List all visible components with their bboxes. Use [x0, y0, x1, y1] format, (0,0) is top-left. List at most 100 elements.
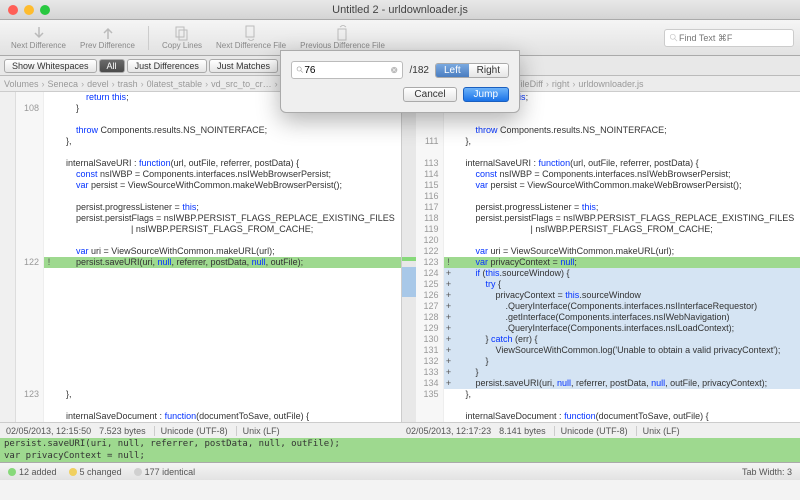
code-line[interactable]	[16, 334, 401, 345]
code-line[interactable]: 115 var persist = ViewSourceWithCommon.m…	[416, 180, 800, 191]
code-line[interactable]	[16, 378, 401, 389]
added-count: 12 added	[8, 467, 57, 477]
copy-icon	[174, 25, 190, 41]
search-icon	[669, 33, 679, 43]
side-segmented[interactable]: Left Right	[435, 63, 509, 78]
code-line[interactable]: 135 },	[416, 389, 800, 400]
code-line[interactable]	[16, 268, 401, 279]
next-diff-file-button[interactable]: Next Difference File	[211, 25, 291, 50]
code-line[interactable]: 122! persist.saveURI(uri, null, referrer…	[16, 257, 401, 268]
identical-count: 177 identical	[134, 467, 196, 477]
code-line[interactable]: },	[16, 136, 401, 147]
code-line[interactable]: persist.progressListener = this;	[16, 202, 401, 213]
goto-line-dialog: /182 Left Right Cancel Jump	[280, 50, 520, 113]
code-line[interactable]	[16, 400, 401, 411]
next-difference-button[interactable]: Next Difference	[6, 25, 71, 50]
code-line[interactable]: 127+ .QueryInterface(Components.interfac…	[416, 301, 800, 312]
clear-icon[interactable]	[390, 65, 398, 75]
total-lines: /182	[409, 65, 428, 76]
right-pane[interactable]: return this;108 } throw Components.resul…	[416, 92, 800, 422]
code-line[interactable]: 113 internalSaveURI : function(url, outF…	[416, 158, 800, 169]
code-line[interactable]: 132+ }	[416, 356, 800, 367]
right-date: 02/05/2013, 12:17:23	[406, 426, 491, 436]
code-line[interactable]	[16, 367, 401, 378]
toolbar-search[interactable]	[664, 29, 794, 47]
code-line[interactable]: 124+ if (this.sourceWindow) {	[416, 268, 800, 279]
code-line[interactable]	[16, 345, 401, 356]
code-line[interactable]: persist.persistFlags = nsIWBP.PERSIST_FL…	[16, 213, 401, 224]
code-line[interactable]: 133+ }	[416, 367, 800, 378]
left-encoding[interactable]: Unicode (UTF-8)	[154, 426, 228, 436]
goto-line-input[interactable]	[304, 65, 390, 76]
code-line[interactable]: throw Components.results.NS_NOINTERFACE;	[416, 125, 800, 136]
window-title: Untitled 2 - urldownloader.js	[0, 4, 800, 16]
tab-width[interactable]: Tab Width: 3	[742, 467, 792, 477]
code-line[interactable]: 119 | nsIWBP.PERSIST_FLAGS_FROM_CACHE;	[416, 224, 800, 235]
code-line[interactable]	[416, 400, 800, 411]
code-line[interactable]	[16, 323, 401, 334]
right-line-ending[interactable]: Unix (LF)	[636, 426, 680, 436]
left-pane[interactable]: return this;108 } throw Components.resul…	[16, 92, 402, 422]
code-line[interactable]	[16, 356, 401, 367]
summary-panel[interactable]: persist.saveURI(uri, null, referrer, pos…	[0, 438, 800, 462]
code-line[interactable]: 120	[416, 235, 800, 246]
code-line[interactable]: const nsIWBP = Components.interfaces.nsI…	[16, 169, 401, 180]
code-line[interactable]: 114 const nsIWBP = Components.interfaces…	[416, 169, 800, 180]
right-bytes: 8.141 bytes	[499, 426, 546, 436]
code-line[interactable]: 128+ .getInterface(Components.interfaces…	[416, 312, 800, 323]
code-line[interactable]: 130+ } catch (err) {	[416, 334, 800, 345]
left-gutter	[0, 92, 16, 422]
seg-right[interactable]: Right	[469, 64, 508, 77]
filter-just-match-button[interactable]: Just Matches	[209, 59, 278, 73]
titlebar: Untitled 2 - urldownloader.js	[0, 0, 800, 20]
summary-line[interactable]: persist.saveURI(uri, null, referrer, pos…	[0, 438, 800, 450]
code-line[interactable]: | nsIWBP.PERSIST_FLAGS_FROM_CACHE;	[16, 224, 401, 235]
left-bytes: 7.523 bytes	[99, 426, 146, 436]
code-line[interactable]	[16, 235, 401, 246]
left-line-ending[interactable]: Unix (LF)	[236, 426, 280, 436]
search-input[interactable]	[679, 33, 779, 43]
file-next-icon	[243, 25, 259, 41]
code-line[interactable]: internalSaveDocument : function(document…	[416, 411, 800, 422]
code-line[interactable]: 123! var privacyContext = null;	[416, 257, 800, 268]
copy-lines-button[interactable]: Copy Lines	[157, 25, 207, 50]
prev-diff-file-button[interactable]: Previous Difference File	[295, 25, 390, 50]
code-line[interactable]	[16, 290, 401, 301]
code-line[interactable]	[16, 147, 401, 158]
code-line[interactable]	[16, 114, 401, 125]
code-line[interactable]: 118 persist.persistFlags = nsIWBP.PERSIS…	[416, 213, 800, 224]
prev-difference-button[interactable]: Prev Difference	[75, 25, 140, 50]
code-line[interactable]	[16, 301, 401, 312]
jump-button[interactable]: Jump	[463, 87, 509, 102]
code-line[interactable]: 129+ .QueryInterface(Components.interfac…	[416, 323, 800, 334]
file-prev-icon	[335, 25, 351, 41]
overview-strip[interactable]	[402, 92, 416, 422]
bottom-bar: 12 added 5 changed 177 identical Tab Wid…	[0, 462, 800, 480]
cancel-button[interactable]: Cancel	[403, 87, 456, 102]
right-encoding[interactable]: Unicode (UTF-8)	[554, 426, 628, 436]
seg-left[interactable]: Left	[436, 64, 469, 77]
code-line[interactable]: 134+ persist.saveURI(uri, null, referrer…	[416, 378, 800, 389]
code-line[interactable]	[416, 147, 800, 158]
code-line[interactable]: 123 },	[16, 389, 401, 400]
code-line[interactable]: 126+ privacyContext = this.sourceWindow	[416, 290, 800, 301]
code-line[interactable]: internalSaveURI : function(url, outFile,…	[16, 158, 401, 169]
code-line[interactable]: 125+ try {	[416, 279, 800, 290]
code-line[interactable]	[16, 279, 401, 290]
code-line[interactable]: internalSaveDocument : function(document…	[16, 411, 401, 422]
code-line[interactable]	[16, 191, 401, 202]
code-line[interactable]: 131+ ViewSourceWithCommon.log('Unable to…	[416, 345, 800, 356]
code-line[interactable]: 111 },	[416, 136, 800, 147]
code-line[interactable]	[16, 312, 401, 323]
filter-all-button[interactable]: All	[99, 59, 125, 73]
code-line[interactable]	[416, 114, 800, 125]
code-line[interactable]: var uri = ViewSourceWithCommon.makeURL(u…	[16, 246, 401, 257]
code-line[interactable]: var persist = ViewSourceWithCommon.makeW…	[16, 180, 401, 191]
show-whitespaces-button[interactable]: Show Whitespaces	[4, 59, 97, 73]
code-line[interactable]: 122 var uri = ViewSourceWithCommon.makeU…	[416, 246, 800, 257]
summary-line[interactable]: var privacyContext = null;	[0, 450, 800, 462]
filter-just-diff-button[interactable]: Just Differences	[127, 59, 207, 73]
code-line[interactable]: throw Components.results.NS_NOINTERFACE;	[16, 125, 401, 136]
code-line[interactable]: 116	[416, 191, 800, 202]
code-line[interactable]: 117 persist.progressListener = this;	[416, 202, 800, 213]
